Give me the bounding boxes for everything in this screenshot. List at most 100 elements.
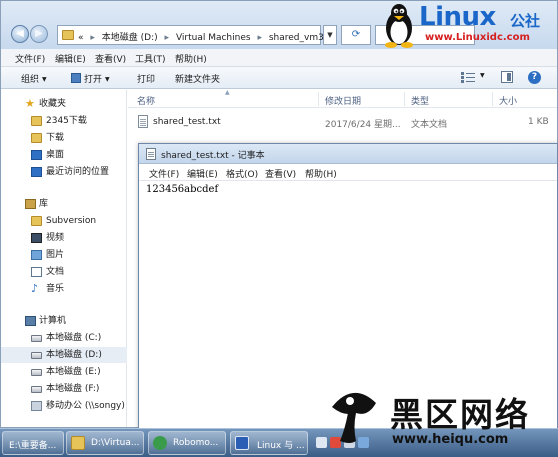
menu-bar: 文件(F) 编辑(E) 查看(V) 工具(T) 帮助(H) <box>1 49 557 67</box>
sidebar-item-subversion[interactable]: Subversion <box>1 213 127 229</box>
notepad-title-bar[interactable]: shared_test.txt - 记事本 <box>139 144 557 164</box>
sidebar-item-network-drive[interactable]: 移动办公 (\\songy) <box>1 398 127 414</box>
forward-button[interactable]: ▶ <box>30 25 48 43</box>
library-icon <box>25 199 36 209</box>
linux-wordmark: Linux <box>419 2 496 32</box>
sidebar-item-videos[interactable]: 视频 <box>1 230 127 246</box>
sidebar-item-desktop[interactable]: 桌面 <box>1 147 127 163</box>
notepad-menu-format[interactable]: 格式(O) <box>226 167 258 180</box>
sidebar-item-music[interactable]: ♪ 音乐 <box>1 281 127 297</box>
chevron-down-icon[interactable]: ▼ <box>480 72 485 79</box>
organize-button[interactable]: 组织 ▼ <box>21 72 47 85</box>
documents-icon <box>31 267 42 277</box>
breadcrumb-separator: ▸ <box>90 33 95 43</box>
address-dropdown-button[interactable]: ▼ <box>323 25 337 45</box>
back-button[interactable]: ◀ <box>11 25 29 43</box>
sidebar-header-libraries[interactable]: 库 <box>1 196 127 212</box>
sidebar-item-label: 本地磁盘 (E:) <box>46 367 101 377</box>
breadcrumb: « ▸ 本地磁盘 (D:) ▸ Virtual Machines ▸ share… <box>78 30 324 43</box>
sidebar-item-2345-downloads[interactable]: 2345下载 <box>1 113 127 129</box>
notepad-menu-help[interactable]: 帮助(H) <box>305 167 337 180</box>
file-row[interactable]: shared_test.txt 2017/6/24 星期... 文本文档 1 K… <box>128 114 557 130</box>
sidebar-item-drive-c[interactable]: 本地磁盘 (C:) <box>1 330 127 346</box>
text-file-icon <box>138 115 148 128</box>
address-bar[interactable]: « ▸ 本地磁盘 (D:) ▸ Virtual Machines ▸ share… <box>57 25 324 45</box>
menu-tools[interactable]: 工具(T) <box>135 52 166 65</box>
file-size: 1 KB <box>528 117 549 127</box>
column-divider[interactable] <box>318 92 319 106</box>
menu-help[interactable]: 帮助(H) <box>175 52 207 65</box>
column-divider[interactable] <box>404 92 405 106</box>
computer-icon <box>25 316 36 326</box>
sidebar-item-label: 下载 <box>46 133 65 143</box>
taskbar-button-explorer-e[interactable]: E:\重要备... <box>2 431 64 455</box>
taskbar-button-label: E:\重要备... <box>9 441 57 451</box>
print-button[interactable]: 打印 <box>137 72 155 85</box>
sidebar-item-downloads[interactable]: 下载 <box>1 130 127 146</box>
sidebar-item-drive-f[interactable]: 本地磁盘 (F:) <box>1 381 127 397</box>
robomongo-icon <box>153 436 167 450</box>
sidebar-item-documents[interactable]: 文档 <box>1 264 127 280</box>
open-icon <box>71 73 81 83</box>
sidebar-item-label: 图片 <box>46 250 65 260</box>
chevron-down-icon: ▼ <box>42 76 47 83</box>
sidebar-item-label: 本地磁盘 (C:) <box>46 333 102 343</box>
open-button[interactable]: 打开 ▼ <box>71 72 110 85</box>
sidebar-item-label: 最近访问的位置 <box>46 167 110 177</box>
column-header-name[interactable]: 名称 <box>137 94 155 107</box>
menu-edit[interactable]: 编辑(E) <box>55 52 86 65</box>
new-folder-button[interactable]: 新建文件夹 <box>175 72 220 85</box>
breadcrumb-virtual-machines[interactable]: Virtual Machines <box>176 33 251 43</box>
sidebar-item-label: Subversion <box>46 216 97 226</box>
column-headers: ▲ 名称 修改日期 类型 大小 <box>128 89 557 108</box>
folder-icon <box>31 116 42 126</box>
breadcrumb-shared-vm3[interactable]: shared_vm3 <box>269 33 324 43</box>
column-header-type[interactable]: 类型 <box>411 94 429 107</box>
column-header-modified[interactable]: 修改日期 <box>325 94 361 107</box>
breadcrumb-overflow[interactable]: « <box>78 33 84 43</box>
video-icon <box>31 233 42 243</box>
sidebar-header-label: 收藏夹 <box>39 99 67 109</box>
refresh-button[interactable]: ⟳ <box>341 25 371 45</box>
open-label: 打开 <box>84 75 103 85</box>
help-icon[interactable]: ? <box>528 71 541 84</box>
column-divider[interactable] <box>492 92 493 106</box>
notepad-menu-view[interactable]: 查看(V) <box>265 167 296 180</box>
breadcrumb-drive-d[interactable]: 本地磁盘 (D:) <box>102 33 158 43</box>
word-document-icon <box>235 436 249 450</box>
sidebar-item-drive-d[interactable]: 本地磁盘 (D:) <box>1 347 127 363</box>
sidebar-item-pictures[interactable]: 图片 <box>1 247 127 263</box>
view-options-icon[interactable] <box>461 72 475 83</box>
sidebar-item-drive-e[interactable]: 本地磁盘 (E:) <box>1 364 127 380</box>
drive-icon <box>31 352 42 359</box>
sidebar-item-label: 视频 <box>46 233 65 243</box>
sidebar-item-recent-places[interactable]: 最近访问的位置 <box>1 164 127 180</box>
taskbar-button-label: D:\Virtua... <box>91 438 140 448</box>
notepad-menu-bar: 文件(F) 编辑(E) 格式(O) 查看(V) 帮助(H) <box>139 164 557 181</box>
preview-pane-icon[interactable] <box>501 71 513 83</box>
sidebar-header-favorites[interactable]: ★ 收藏夹 <box>1 96 127 112</box>
notepad-content: 123456abcdef <box>146 184 219 195</box>
linux-url: www.Linuxidc.com <box>425 32 530 43</box>
folder-icon <box>71 436 85 450</box>
drive-icon <box>31 386 42 393</box>
column-header-size[interactable]: 大小 <box>499 94 517 107</box>
file-modified: 2017/6/24 星期... <box>325 120 401 130</box>
drive-icon <box>31 369 42 376</box>
recent-places-icon <box>31 167 42 177</box>
notepad-menu-file[interactable]: 文件(F) <box>149 167 179 180</box>
menu-file[interactable]: 文件(F) <box>15 52 45 65</box>
heiqu-wordmark: 黑区网络 <box>390 395 530 434</box>
breadcrumb-separator: ▸ <box>164 33 170 43</box>
menu-view[interactable]: 查看(V) <box>95 52 126 65</box>
taskbar-button-robomongo[interactable]: Robomo... <box>148 431 226 455</box>
navigation-pane: ★ 收藏夹 2345下载 下载 桌面 最近访问的位置 库 Subversion <box>1 90 127 427</box>
notepad-menu-edit[interactable]: 编辑(E) <box>187 167 218 180</box>
taskbar-button-linux-doc[interactable]: Linux 与 ... <box>230 431 308 455</box>
drive-icon <box>31 335 42 342</box>
taskbar-button-label: Robomo... <box>173 438 219 448</box>
taskbar-button-explorer-d[interactable]: D:\Virtua... <box>66 431 144 455</box>
sidebar-item-label: 音乐 <box>46 284 65 294</box>
sidebar-header-computer[interactable]: 计算机 <box>1 313 127 329</box>
sidebar-header-label: 库 <box>39 199 49 209</box>
